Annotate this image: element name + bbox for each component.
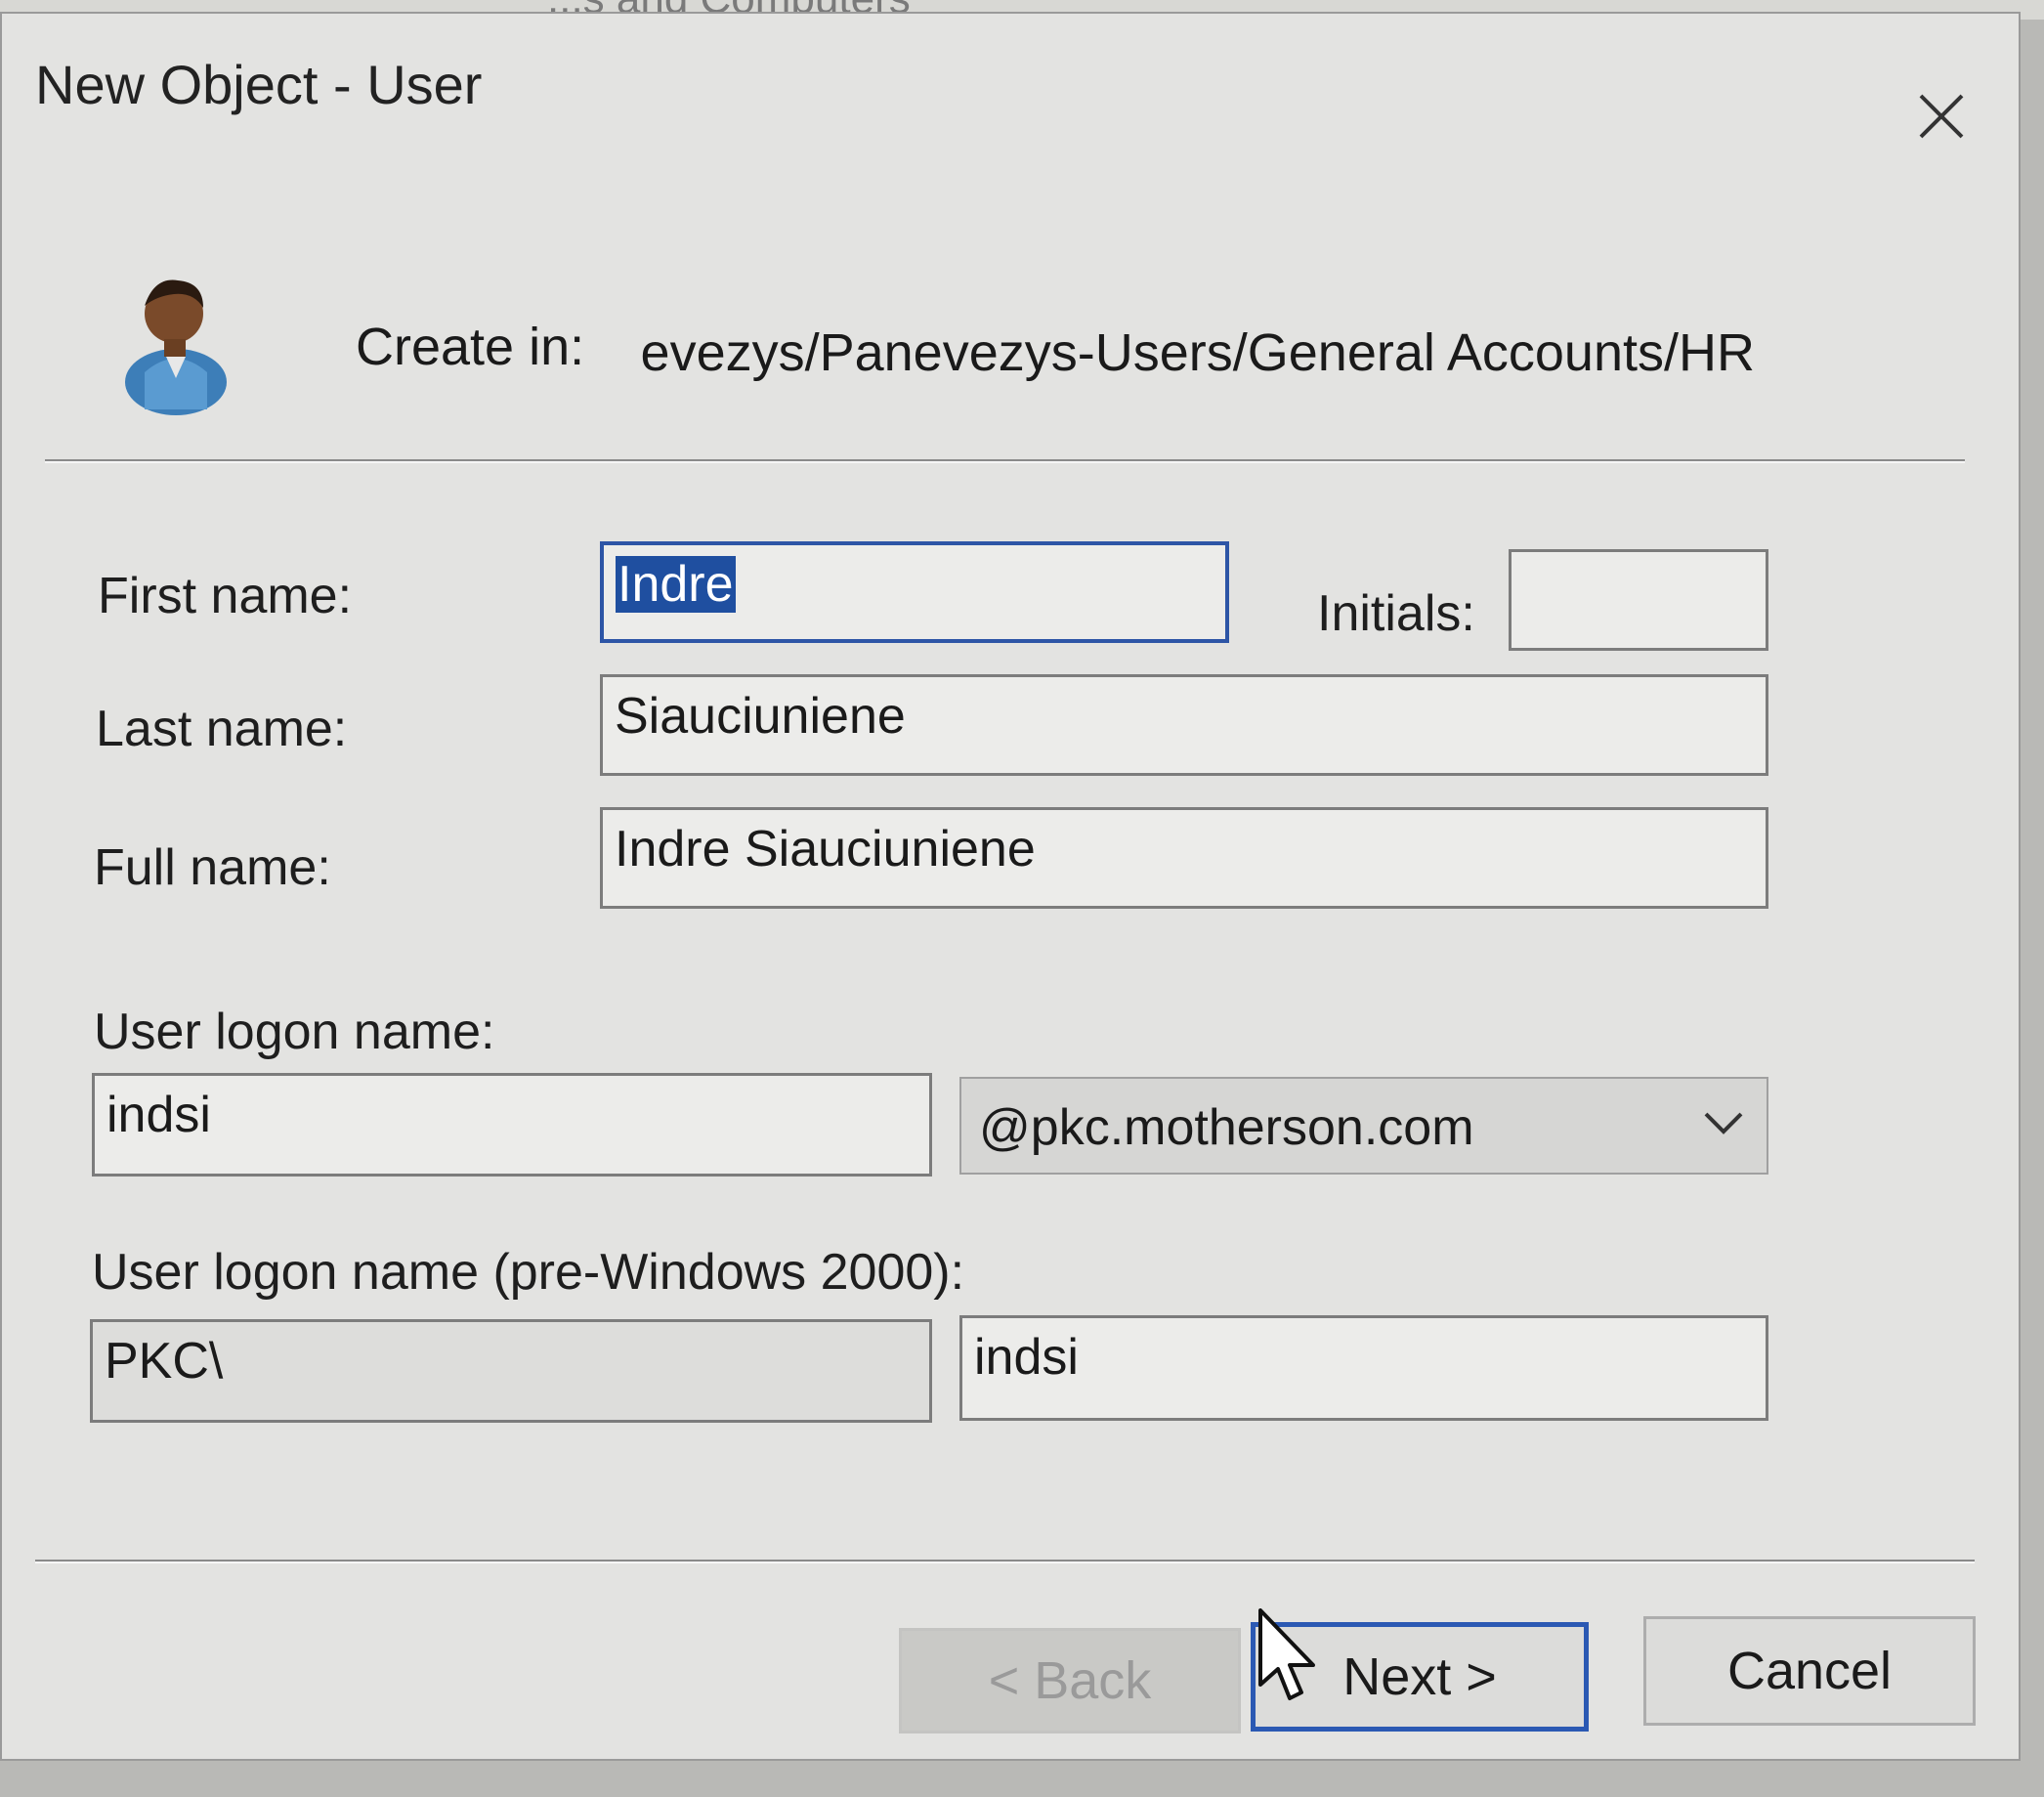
initials-label: Initials:: [1317, 585, 1475, 642]
pre-windows-2000-label: User logon name (pre-Windows 2000):: [92, 1244, 965, 1301]
cancel-button[interactable]: Cancel: [1643, 1616, 1976, 1726]
last-name-label: Last name:: [96, 701, 348, 757]
close-button[interactable]: [1907, 82, 1976, 150]
pre-windows-2000-name-field[interactable]: indsi: [959, 1315, 1768, 1421]
user-icon: [125, 279, 227, 415]
footer-separator: [35, 1560, 1975, 1563]
first-name-label: First name:: [98, 568, 353, 624]
user-logon-name-field[interactable]: indsi: [92, 1073, 932, 1177]
user-logon-name-label: User logon name:: [94, 1004, 495, 1060]
pre-windows-2000-domain-field: PKC\: [90, 1319, 932, 1423]
full-name-label: Full name:: [94, 839, 331, 896]
create-in-path: Panevezys/Panevezys-Users/General Accoun…: [641, 323, 1755, 382]
close-icon: [1919, 94, 1964, 139]
first-name-selected-text: Indre: [616, 556, 736, 613]
logon-domain-value: @pkc.motherson.com: [979, 1099, 1474, 1156]
full-name-field[interactable]: Indre Siauciuniene: [600, 807, 1768, 909]
logon-domain-dropdown[interactable]: @pkc.motherson.com: [959, 1077, 1768, 1175]
back-button[interactable]: < Back: [899, 1628, 1241, 1733]
header-separator: [45, 459, 1965, 463]
initials-field[interactable]: [1509, 549, 1768, 651]
create-in-path-container: Panevezys/Panevezys-Users/General Accoun…: [641, 322, 1755, 401]
first-name-field[interactable]: Indre: [600, 541, 1229, 643]
chevron-down-icon: [1704, 1112, 1743, 1134]
dialog-title: New Object - User: [35, 54, 483, 115]
mouse-cursor-icon: [1258, 1608, 1315, 1700]
new-object-user-dialog: New Object - User Create in: Panevezys/P…: [0, 12, 2021, 1761]
last-name-field[interactable]: Siauciuniene: [600, 674, 1768, 776]
create-in-label: Create in:: [356, 318, 585, 376]
